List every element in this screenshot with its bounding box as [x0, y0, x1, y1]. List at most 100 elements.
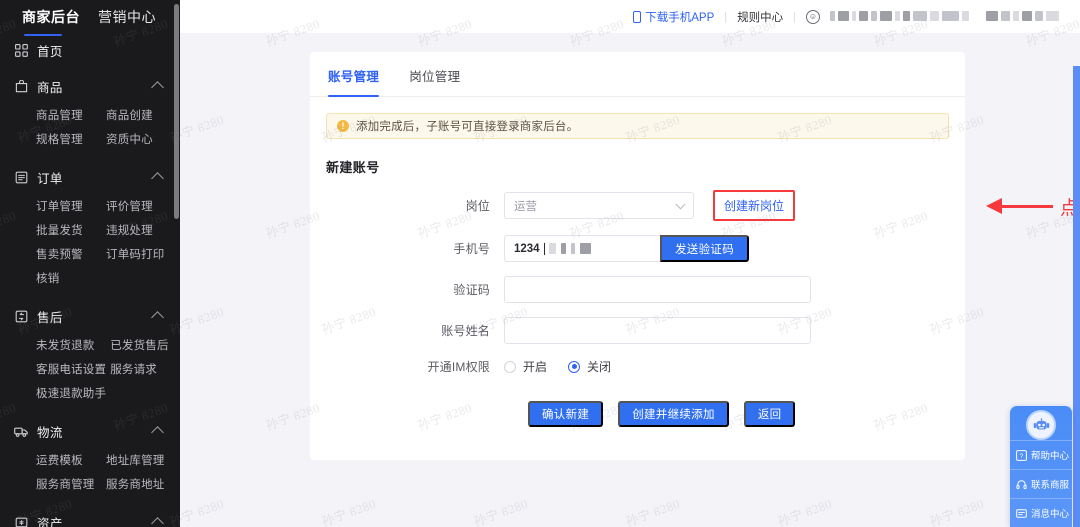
tab-岗位管理[interactable]: 岗位管理	[409, 66, 460, 96]
sidebar-item-售卖预警[interactable]: 售卖预警	[36, 243, 102, 267]
verification-code-input[interactable]	[504, 276, 811, 303]
sidebar-group-label: 物流	[37, 425, 63, 440]
help-item-label: 消息中心	[1031, 509, 1070, 520]
position-select[interactable]: 运营	[504, 192, 694, 219]
list-icon	[14, 170, 28, 184]
radio-label-开启[interactable]: 开启	[523, 358, 547, 375]
radio-开启[interactable]	[504, 360, 516, 373]
sidebar-group-label: 订单	[37, 171, 63, 186]
sidebar-group-label: 首页	[37, 44, 63, 59]
sidebar-item-未发货退款[interactable]: 未发货退款	[36, 334, 106, 358]
sidebar-item-客服电话设置[interactable]: 客服电话设置	[36, 358, 106, 382]
help-item-联系商服[interactable]: 联系商服	[1010, 469, 1072, 498]
position-label: 岗位	[465, 199, 490, 213]
sidebar-item-极速退款助手[interactable]: 极速退款助手	[36, 382, 106, 406]
sidebar-item-已发货售后[interactable]: 已发货售后	[110, 334, 172, 358]
radio-关闭[interactable]	[568, 360, 581, 373]
sidebar-group-header-物流[interactable]: 物流	[0, 414, 180, 448]
button-返回[interactable]: 返回	[743, 401, 796, 427]
brand-marketing-center[interactable]: 营销中心	[98, 7, 156, 27]
truck-icon	[14, 424, 28, 438]
sidebar-subitems-商品: 商品管理 商品创建 规格管理 资质中心	[0, 103, 180, 158]
sidebar-item-商品创建[interactable]: 商品创建	[106, 104, 172, 128]
field-phone: 手机号 1234 发送验证码	[310, 235, 965, 262]
brand-merchant-console[interactable]: 商家后台	[22, 7, 80, 27]
exclamation-icon: !	[337, 120, 349, 132]
return-icon	[14, 309, 28, 323]
sidebar-group-header-资产[interactable]: 资产	[0, 505, 180, 527]
phone-label: 手机号	[453, 242, 490, 256]
box-icon	[14, 79, 28, 93]
button-创建并继续添加[interactable]: 创建并继续添加	[618, 401, 729, 427]
sidebar-group-header-商品[interactable]: 商品	[0, 69, 180, 103]
sidebar-group-label: 售后	[37, 310, 63, 325]
sidebar-item-资质中心[interactable]: 资质中心	[106, 128, 172, 152]
field-position: 岗位 运营 创建新岗位	[310, 190, 965, 221]
chevron-up-icon[interactable]	[151, 517, 164, 527]
wallet-icon	[14, 515, 28, 527]
sidebar-group-5: 资产账户中心商家保证金	[0, 505, 180, 527]
rule-center-label: 规则中心	[737, 11, 784, 24]
sidebar-nav: 首页商品 商品管理 商品创建 规格管理 资质中心订单订单管理 评价管理 批量发货 违规处理 售卖…	[0, 33, 180, 527]
sidebar-group-header-首页[interactable]: 首页	[0, 33, 180, 67]
sidebar-item-服务商地址[interactable]: 服务商地址	[106, 473, 172, 497]
sidebar-item-订单管理[interactable]: 订单管理	[36, 195, 102, 219]
phone-input-group: 1234 发送验证码	[504, 235, 749, 262]
sidebar-item-订单码打印[interactable]: 订单码打印	[106, 243, 172, 267]
send-verification-code-button[interactable]: 发送验证码	[660, 235, 749, 262]
phone-input[interactable]: 1234	[504, 235, 660, 262]
help-item-label: 帮助中心	[1031, 451, 1070, 462]
sidebar-scroll-area: 首页商品 商品管理 商品创建 规格管理 资质中心订单订单管理 评价管理 批量发货 违规处理 售卖…	[0, 33, 180, 527]
sidebar-group-header-售后[interactable]: 售后	[0, 299, 180, 333]
sidebar-item-商品管理[interactable]: 商品管理	[36, 104, 102, 128]
radio-label-关闭[interactable]: 关闭	[587, 358, 611, 375]
field-account-name: 账号姓名	[310, 317, 965, 344]
chevron-up-icon[interactable]	[151, 81, 164, 94]
download-app-label: 下载手机APP	[645, 11, 715, 24]
message-icon	[1016, 508, 1027, 519]
sidebar-item-地址库管理[interactable]: 地址库管理	[106, 449, 172, 473]
right-edge-strip	[1073, 66, 1080, 527]
chevron-up-icon[interactable]	[151, 172, 164, 185]
field-im-permission: 开通IM权限 开启 关闭	[310, 358, 965, 375]
robot-headset-icon[interactable]	[1026, 410, 1056, 440]
mobile-phone-icon	[633, 10, 642, 23]
help-item-消息中心[interactable]: 消息中心	[1010, 498, 1072, 527]
field-verification-code: 验证码	[310, 276, 965, 303]
help-panel-items: ? 帮助中心 联系商服消息中心	[1010, 440, 1072, 527]
rule-center-link[interactable]: 规则中心	[737, 9, 783, 25]
sidebar-item-规格管理[interactable]: 规格管理	[36, 128, 102, 152]
position-select-value: 运营	[514, 200, 537, 213]
info-alert-banner: ! 添加完成后，子账号可直接登录商家后台。	[326, 113, 949, 139]
annotation-arrow-head-icon	[986, 198, 1002, 214]
topbar-divider-1: |	[724, 10, 728, 23]
help-item-帮助中心[interactable]: ? 帮助中心	[1010, 440, 1072, 469]
tab-账号管理[interactable]: 账号管理	[328, 66, 380, 97]
button-确认新建[interactable]: 确认新建	[528, 401, 604, 427]
chevron-up-icon[interactable]	[151, 426, 164, 439]
create-new-position-link[interactable]: 创建新岗位	[724, 197, 784, 214]
sidebar-group-2: 订单订单管理 评价管理 批量发货 违规处理 售卖预警 订单码打印 核销	[0, 160, 180, 297]
sidebar-item-违规处理[interactable]: 违规处理	[106, 219, 172, 243]
sidebar-subitems-物流: 运费模板 地址库管理 服务商管理 服务商地址	[0, 448, 180, 503]
user-account-area[interactable]: ☺	[806, 9, 1062, 24]
sidebar-item-评价管理[interactable]: 评价管理	[106, 195, 172, 219]
chevron-down-icon	[675, 199, 686, 209]
card-tabs: 账号管理 岗位管理	[310, 52, 965, 97]
sidebar-subitems-售后: 未发货退款 已发货售后 客服电话设置 服务请求 极速退款助手	[0, 333, 180, 412]
topbar-divider-2: |	[793, 10, 796, 23]
sidebar-item-运费模板[interactable]: 运费模板	[36, 449, 102, 473]
sidebar-item-服务请求[interactable]: 服务请求	[110, 358, 172, 382]
im-permission-radio-group: 开启 关闭	[504, 358, 625, 375]
sidebar-item-服务商管理[interactable]: 服务商管理	[36, 473, 102, 497]
sidebar-item-核销[interactable]: 核销	[36, 267, 102, 291]
sidebar-group-header-订单[interactable]: 订单	[0, 160, 180, 194]
sidebar-item-批量发货[interactable]: 批量发货	[36, 219, 102, 243]
app-root: 商家后台 营销中心 首页商品 商品管理 商品创建 规格管理 资质中心订单订单管理 评价管理…	[0, 0, 1080, 527]
account-name-input[interactable]	[504, 317, 811, 344]
chevron-up-icon[interactable]	[151, 311, 164, 324]
sidebar-scrollbar[interactable]	[174, 4, 179, 219]
download-app-link[interactable]: 下载手机APP	[633, 9, 714, 25]
account-name-label: 账号姓名	[441, 324, 490, 338]
headset-icon	[1016, 479, 1027, 490]
